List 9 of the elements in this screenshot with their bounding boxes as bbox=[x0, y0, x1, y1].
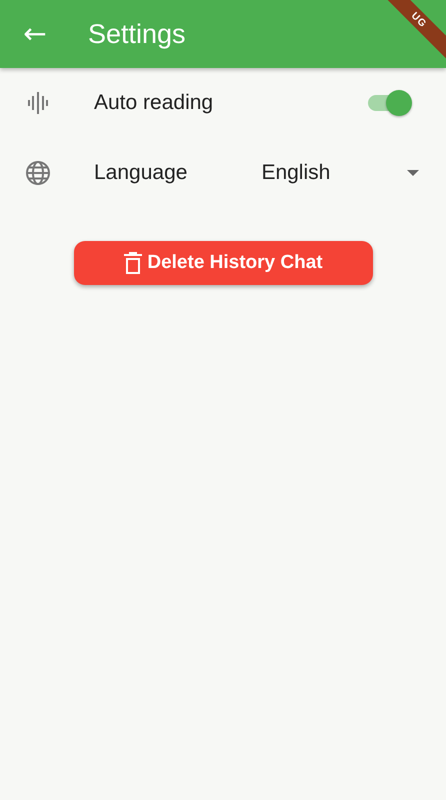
setting-label: Auto reading bbox=[94, 91, 214, 115]
globe-icon bbox=[24, 159, 52, 187]
trash-icon bbox=[123, 251, 144, 275]
delete-history-button[interactable]: Delete History Chat bbox=[74, 241, 372, 285]
page-title: Settings bbox=[88, 18, 186, 50]
language-dropdown[interactable]: English bbox=[261, 161, 422, 185]
setting-label: Language bbox=[94, 161, 188, 185]
back-button[interactable]: ← bbox=[20, 20, 50, 48]
caret-icon bbox=[406, 169, 420, 177]
